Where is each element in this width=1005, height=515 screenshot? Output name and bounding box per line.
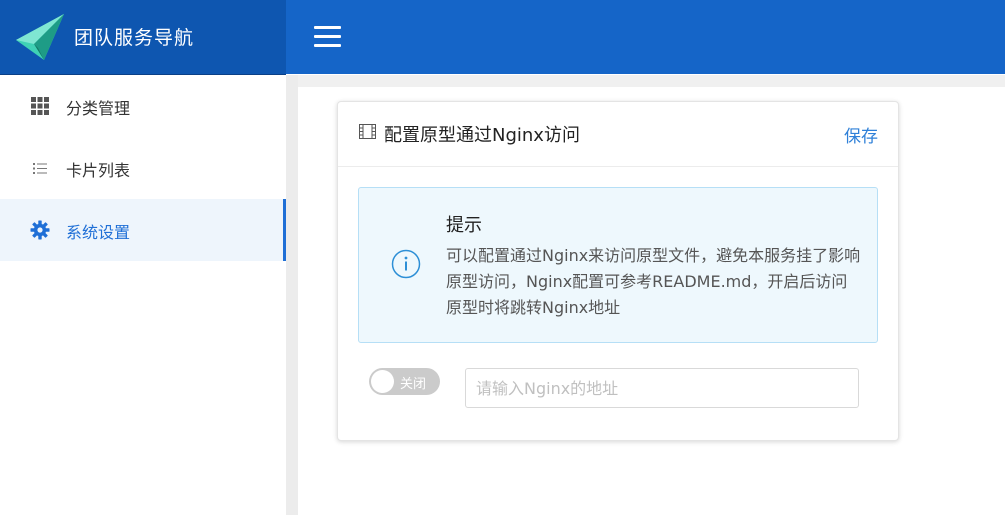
sidebar-item-label: 分类管理 xyxy=(66,99,131,118)
sidebar-item-card-list[interactable]: 卡片列表 xyxy=(0,137,286,199)
alert-title: 提示 xyxy=(446,215,482,236)
sidebar-divider xyxy=(286,75,298,515)
sidebar: 分类管理 卡片列表 系统设置 xyxy=(0,75,286,515)
card-header: 配置原型通过Nginx访问 保存 xyxy=(338,102,898,167)
toggle-label: 关闭 xyxy=(400,377,427,392)
grid-icon xyxy=(31,97,49,115)
toggle-knob xyxy=(371,370,394,393)
film-icon xyxy=(359,124,376,139)
hamburger-menu-icon[interactable] xyxy=(314,26,342,48)
nginx-address-input[interactable] xyxy=(465,368,859,408)
card-title: 配置原型通过Nginx访问 xyxy=(384,125,580,146)
info-alert: 提示 可以配置通过Nginx来访问原型文件，避免本服务挂了影响原型访问，Ngin… xyxy=(358,187,878,343)
top-bar xyxy=(286,0,1005,74)
sidebar-item-label: 卡片列表 xyxy=(66,161,131,180)
list-icon xyxy=(33,163,47,174)
save-button[interactable]: 保存 xyxy=(844,122,878,147)
app-title: 团队服务导航 xyxy=(74,27,195,49)
sidebar-item-label: 系统设置 xyxy=(66,223,131,242)
info-icon xyxy=(391,249,421,279)
main-top-strip xyxy=(298,75,1005,87)
logo-bar: 团队服务导航 xyxy=(0,0,286,75)
nginx-settings-card: 配置原型通过Nginx访问 保存 提示 可以配置通过Nginx来访问原型文件，避… xyxy=(337,101,899,441)
sidebar-item-system-settings[interactable]: 系统设置 xyxy=(0,199,286,261)
gear-icon xyxy=(30,220,50,240)
paper-plane-logo-icon xyxy=(16,14,64,60)
sidebar-item-category-management[interactable]: 分类管理 xyxy=(0,75,286,137)
alert-description: 可以配置通过Nginx来访问原型文件，避免本服务挂了影响原型访问，Nginx配置… xyxy=(446,246,861,317)
nginx-enable-toggle[interactable]: 关闭 xyxy=(369,368,440,395)
